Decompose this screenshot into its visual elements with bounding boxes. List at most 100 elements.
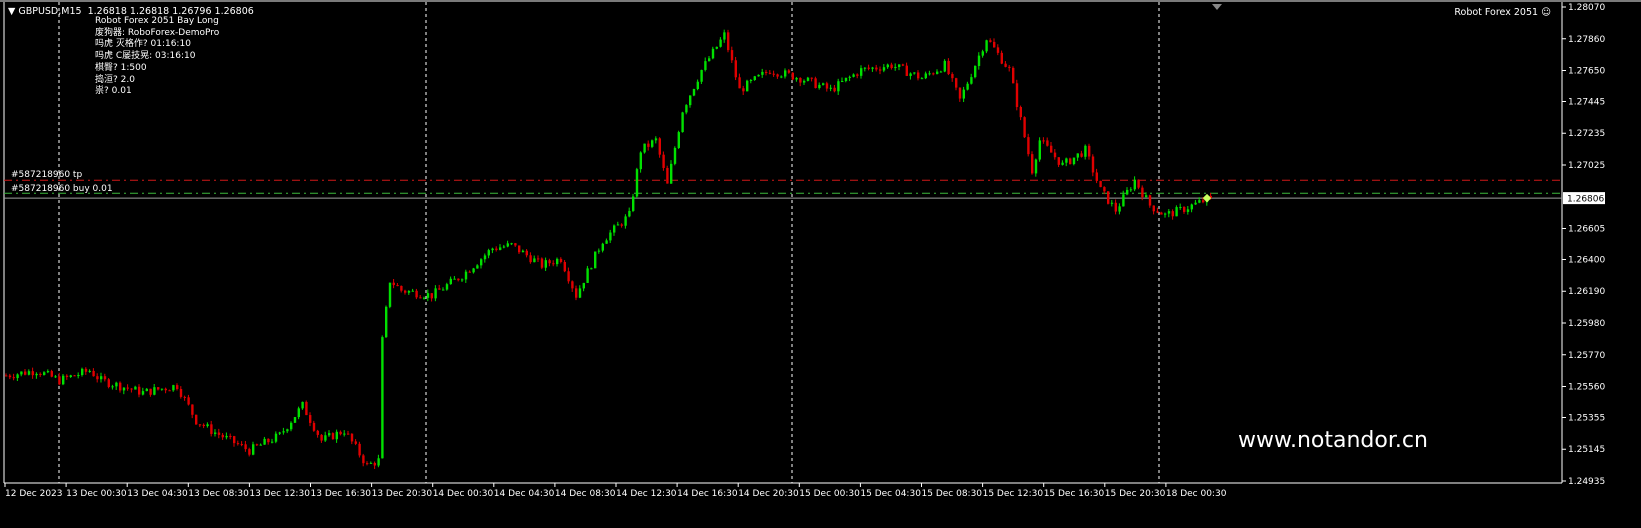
candle-body (1145, 195, 1148, 198)
candle-body (692, 89, 696, 96)
candle-body (837, 81, 840, 92)
candle-body (442, 289, 445, 291)
candle-body (267, 438, 270, 443)
candle-body (464, 271, 468, 280)
candle-body (1194, 202, 1197, 205)
candle-body (863, 67, 867, 69)
candle-body (461, 279, 464, 281)
x-tick-label: 15 Dec 12:30 (983, 489, 1044, 499)
candle-body (658, 138, 661, 155)
candle-body (1099, 180, 1102, 188)
candle-body (943, 60, 946, 72)
candle-body (928, 73, 931, 75)
candle-body (217, 432, 221, 435)
candle-body (12, 377, 15, 379)
candle-body (719, 39, 722, 47)
candle-body (506, 243, 509, 247)
y-tick-label: 1.28070 (1568, 3, 1605, 13)
candle-body (1190, 204, 1193, 210)
candle-body (563, 261, 566, 272)
candle-body (1133, 179, 1136, 190)
candle-body (1167, 211, 1171, 214)
candle-body (24, 371, 27, 375)
y-tick-label: 1.26605 (1568, 225, 1605, 235)
candle-body (510, 243, 513, 245)
candle-body (236, 443, 240, 445)
candle-body (316, 430, 319, 435)
y-tick-label: 1.25355 (1568, 413, 1605, 423)
candle-body (198, 424, 202, 426)
candle-body (278, 432, 281, 434)
candle-body (328, 433, 331, 436)
collapse-triangle-icon[interactable]: ▼ (8, 6, 15, 17)
candle-body (69, 375, 72, 378)
candle-body (970, 77, 973, 84)
candle-body (164, 388, 167, 391)
candle-body (434, 288, 437, 299)
ea-info-line: 吗虎 灭格作? 01:16:10 (95, 39, 191, 50)
candle-body (867, 67, 870, 69)
ea-info-line: 棋臀? 1:500 (95, 62, 147, 73)
x-tick-label: 14 Dec 08:30 (555, 489, 616, 499)
candle-body (157, 387, 160, 390)
candle-body (1091, 156, 1095, 173)
candle-body (81, 368, 84, 376)
candle-body (647, 143, 650, 147)
candle-body (776, 74, 779, 77)
candle-body (1110, 202, 1114, 204)
candle-body (689, 95, 692, 106)
candle-body (1000, 52, 1003, 64)
candle-body (404, 290, 407, 293)
candle-body (996, 47, 1000, 53)
candle-body (514, 243, 517, 246)
candle-body (521, 250, 525, 253)
ea-name-label[interactable]: Robot Forex 2051 ☺ (1454, 7, 1551, 18)
candle-body (905, 65, 908, 76)
y-tick-label: 1.26190 (1568, 287, 1605, 297)
candle-body (780, 76, 783, 78)
candle-body (1004, 63, 1007, 67)
candle-body (890, 64, 893, 69)
y-tick-label: 1.27025 (1568, 161, 1605, 171)
candle-body (1042, 140, 1045, 142)
candle-body (426, 293, 430, 298)
candle-body (183, 396, 186, 398)
candle-body (818, 84, 821, 89)
y-tick-label: 1.27650 (1568, 67, 1605, 77)
candle-body (111, 386, 114, 388)
candle-body (457, 278, 460, 281)
y-tick-label: 1.25770 (1568, 351, 1605, 361)
candle-body (856, 74, 859, 76)
candle-body (134, 386, 137, 390)
candle-body (666, 167, 669, 184)
candle-body (1015, 83, 1019, 108)
x-tick-label: 13 Dec 12:30 (249, 489, 310, 499)
candle-body (985, 40, 988, 52)
candle-body (126, 387, 129, 389)
candle-body (271, 441, 274, 443)
watermark: www.notandor.cn (1238, 428, 1428, 453)
candle-body (723, 32, 726, 40)
candle-body (993, 41, 996, 48)
candle-body (1031, 154, 1034, 174)
candle-body (1114, 202, 1117, 212)
candle-body (768, 72, 772, 74)
x-tick-label: 13 Dec 20:30 (372, 489, 433, 499)
candle-body (100, 376, 103, 380)
candle-body (841, 81, 844, 83)
candle-body (369, 462, 373, 464)
candle-body (293, 417, 297, 423)
candle-body (559, 258, 563, 262)
candle-body (233, 436, 236, 444)
candle-body (73, 375, 76, 377)
y-tick-label: 1.26400 (1568, 255, 1605, 265)
candle-body (605, 240, 608, 244)
candle-body (240, 444, 243, 446)
candle-body (533, 258, 536, 263)
candle-body (814, 78, 817, 89)
ea-info-line: 废狗器: RoboForex-DemoPro (95, 27, 220, 38)
candle-body (449, 278, 452, 285)
candle-body (552, 263, 555, 265)
candle-body (632, 196, 635, 211)
candle-body (651, 140, 654, 147)
